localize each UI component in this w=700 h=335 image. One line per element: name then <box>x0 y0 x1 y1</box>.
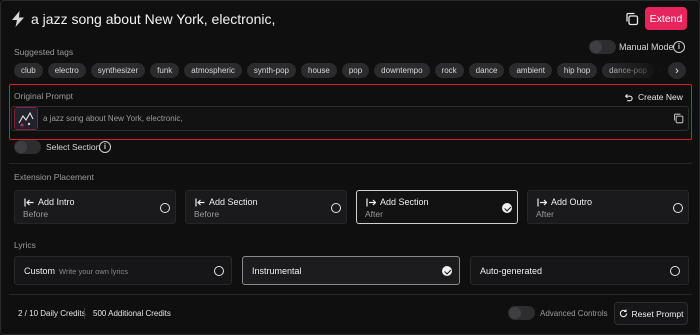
lyrics-auto-option[interactable]: Auto-generated <box>470 256 689 285</box>
card-title-label: Add Section <box>380 197 429 207</box>
lyrics-instrumental-option[interactable]: Instrumental <box>242 256 460 285</box>
arrow-right-bar-icon <box>537 198 547 206</box>
card-title: Add Intro <box>24 197 75 207</box>
card-title: Add Section <box>366 197 429 207</box>
info-icon[interactable]: i <box>673 41 685 53</box>
add-outro-card[interactable]: Add Outro After <box>527 190 689 224</box>
card-title: Add Outro <box>537 197 592 207</box>
tag-chip[interactable]: funk <box>150 63 180 78</box>
auto-generated-label: Auto-generated <box>480 266 543 276</box>
create-new-button[interactable]: Create New <box>624 92 683 102</box>
tag-chip[interactable]: pop <box>341 63 370 78</box>
add-section-after-card[interactable]: Add Section After <box>356 190 518 224</box>
chevron-right-icon[interactable]: › <box>668 62 686 79</box>
create-new-label: Create New <box>638 92 683 102</box>
tag-chip[interactable]: atmospheric <box>184 63 242 78</box>
radio-button[interactable] <box>331 203 341 213</box>
custom-label: Custom <box>24 266 56 276</box>
arrow-right-bar-icon <box>366 198 376 206</box>
copy-prompt-icon[interactable] <box>673 113 684 124</box>
tag-chip[interactable]: house <box>301 63 337 78</box>
manual-mode-label: Manual Mode <box>619 42 674 52</box>
lyrics-label: Lyrics <box>14 240 36 250</box>
daily-credits: 2 / 10 Daily Credits <box>18 309 86 318</box>
card-subtitle: After <box>365 209 383 219</box>
radio-button[interactable] <box>673 203 683 213</box>
reset-prompt-label: Reset Prompt <box>631 308 684 319</box>
arrow-left-bar-icon <box>24 198 34 206</box>
divider <box>84 308 85 319</box>
undo-icon <box>624 93 633 101</box>
lightning-icon <box>12 11 24 27</box>
prompt-title: a jazz song about New York, electronic, <box>31 11 276 27</box>
card-title-label: Add Section <box>209 197 258 207</box>
tag-chip[interactable]: downtempo <box>374 63 430 78</box>
copy-icon[interactable] <box>625 12 639 26</box>
song-thumbnail <box>14 107 38 130</box>
tag-chip[interactable]: electro <box>47 63 86 78</box>
suggested-tags-label: Suggested tags <box>14 47 74 57</box>
manual-mode-toggle[interactable] <box>589 40 616 54</box>
tag-chip[interactable]: hip hop <box>556 63 598 78</box>
tag-chip[interactable]: synthesizer <box>90 63 146 78</box>
refresh-icon <box>619 309 627 318</box>
select-section-label: Select Section <box>46 142 101 152</box>
arrow-left-bar-icon <box>195 198 205 206</box>
radio-button[interactable] <box>670 266 680 276</box>
tag-chip[interactable]: synth-pop <box>246 63 297 78</box>
original-prompt-text: a jazz song about New York, electronic, <box>43 114 183 123</box>
divider <box>9 163 692 164</box>
radio-checked-icon[interactable] <box>442 266 452 276</box>
add-section-before-card[interactable]: Add Section Before <box>185 190 347 224</box>
card-title: Add Section <box>195 197 258 207</box>
card-subtitle: Before <box>23 209 49 219</box>
card-subtitle: Before <box>194 209 220 219</box>
card-title-label: Add Outro <box>551 197 593 207</box>
tag-chip[interactable]: dance <box>468 63 505 78</box>
tag-chip[interactable]: club <box>14 63 43 78</box>
tags-fade-overlay <box>600 60 666 82</box>
card-title-label: Add Intro <box>38 197 75 207</box>
instrumental-label: Instrumental <box>252 266 302 276</box>
original-prompt-label: Original Prompt <box>14 91 74 101</box>
radio-button[interactable] <box>214 266 224 276</box>
tag-chip[interactable]: ambient <box>509 63 552 78</box>
advanced-controls-label: Advanced Controls <box>540 309 608 318</box>
radio-checked-icon[interactable] <box>502 203 512 213</box>
tag-chip[interactable]: rock <box>434 63 464 78</box>
radio-button[interactable] <box>160 203 170 213</box>
card-subtitle: After <box>536 209 554 219</box>
extension-placement-label: Extension Placement <box>14 172 94 182</box>
info-icon[interactable]: i <box>99 141 111 153</box>
custom-hint: Write your own lyrics <box>59 267 129 276</box>
tag-list: club electro synthesizer funk atmospheri… <box>14 63 662 78</box>
reset-prompt-button[interactable]: Reset Prompt <box>614 302 688 325</box>
lyrics-custom-option[interactable]: Custom Write your own lyrics <box>14 256 232 285</box>
additional-credits: 500 Additional Credits <box>93 309 171 318</box>
add-intro-card[interactable]: Add Intro Before <box>14 190 176 224</box>
advanced-controls-toggle[interactable] <box>508 306 535 320</box>
select-section-toggle[interactable] <box>14 140 41 154</box>
extend-button[interactable]: Extend <box>645 7 687 30</box>
divider <box>9 294 692 295</box>
